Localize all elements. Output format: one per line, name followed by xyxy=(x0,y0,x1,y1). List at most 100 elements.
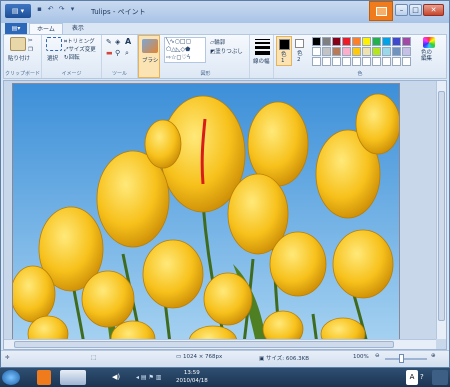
roundrect-shape-icon[interactable]: ▢ xyxy=(186,38,192,45)
minimize-button[interactable]: – xyxy=(395,4,408,16)
customize-qat-icon[interactable]: ▾ xyxy=(68,5,77,14)
color-wheel-icon xyxy=(423,37,435,48)
tab-paint-menu[interactable]: ▤▾ xyxy=(5,23,27,34)
palette-color-swatch[interactable] xyxy=(372,37,381,46)
palette-color-swatch[interactable] xyxy=(362,37,371,46)
custom-color-swatch[interactable] xyxy=(322,57,331,66)
palette-color-swatch[interactable] xyxy=(362,47,371,56)
magnifier-icon[interactable]: ⌕ xyxy=(125,49,129,58)
custom-color-swatch[interactable] xyxy=(402,57,411,66)
save-icon[interactable]: ▪ xyxy=(35,5,44,14)
paste-icon[interactable] xyxy=(10,37,26,51)
app-icon[interactable] xyxy=(369,1,393,21)
shapes-group: ╲∿○□▢ ⬠△◺◇⬟ ⇨☆◻♡ϟ ▱輪郭 ◩塗りつぶし 図形 xyxy=(162,35,250,78)
color-picker-icon[interactable]: ⚲ xyxy=(115,49,120,57)
eraser-icon[interactable]: ▬ xyxy=(106,49,113,57)
palette-color-swatch[interactable] xyxy=(402,47,411,56)
start-button[interactable] xyxy=(2,370,20,385)
maximize-button[interactable]: □ xyxy=(409,4,422,16)
zoom-in-button[interactable]: ⊕ xyxy=(431,353,436,359)
rotate-button[interactable]: ↻回転 xyxy=(64,53,80,61)
pencil-icon[interactable]: ✎ xyxy=(106,38,112,46)
paint-menu-button[interactable]: ▤ ▾ xyxy=(5,4,31,18)
size-label: 線の幅 xyxy=(253,59,270,65)
palette-color-swatch[interactable] xyxy=(382,37,391,46)
copy-icon[interactable]: ❐ xyxy=(28,47,33,53)
help-icon[interactable]: ? xyxy=(420,370,430,385)
custom-color-swatch[interactable] xyxy=(372,57,381,66)
palette-color-swatch[interactable] xyxy=(352,47,361,56)
palette-color-swatch[interactable] xyxy=(322,47,331,56)
show-desktop-button[interactable] xyxy=(432,370,448,385)
colors-group-label: 色 xyxy=(357,71,363,77)
cursor-position-icon: ✛ xyxy=(5,355,10,361)
select-icon[interactable] xyxy=(46,37,62,51)
size-button[interactable]: 線の幅 xyxy=(252,35,274,78)
clock[interactable]: 13:59 2010/04/18 xyxy=(176,369,208,385)
ime-icon[interactable]: A xyxy=(406,370,418,385)
zoom-slider[interactable] xyxy=(385,354,427,363)
palette-color-swatch[interactable] xyxy=(312,47,321,56)
palette-color-swatch[interactable] xyxy=(312,37,321,46)
clock-date: 2010/04/18 xyxy=(176,378,208,384)
palette-color-swatch[interactable] xyxy=(322,37,331,46)
text-icon[interactable]: A xyxy=(125,37,131,46)
tab-home[interactable]: ホーム xyxy=(29,23,63,34)
edit-colors-button[interactable]: 色の 編集 xyxy=(420,37,440,67)
shapes-gallery[interactable]: ╲∿○□▢ ⬠△◺◇⬟ ⇨☆◻♡ϟ xyxy=(164,37,206,63)
custom-color-swatch[interactable] xyxy=(342,57,351,66)
horizontal-scrollbar[interactable] xyxy=(4,339,436,349)
horizontal-scroll-thumb[interactable] xyxy=(14,341,394,348)
zoom-slider-thumb[interactable] xyxy=(399,354,404,363)
outline-button[interactable]: ▱輪郭 xyxy=(210,38,225,46)
select-label[interactable]: 選択 xyxy=(47,54,58,62)
fill-button[interactable]: ◩塗りつぶし xyxy=(210,47,243,55)
palette-color-swatch[interactable] xyxy=(332,37,341,46)
paint-taskbar-button[interactable] xyxy=(60,370,86,385)
palette-color-swatch[interactable] xyxy=(352,37,361,46)
tulips-picture xyxy=(13,84,399,349)
color2-button[interactable]: 色 2 xyxy=(294,36,308,66)
color1-button[interactable]: 色 1 xyxy=(276,36,292,66)
shapes-group-label: 図形 xyxy=(200,71,211,77)
status-bar: ✛ ⬚ ▭ 1024 × 768px ▣ サイズ: 606.3KB 100% ⊖… xyxy=(1,350,449,367)
brushes-button[interactable]: ブラシ xyxy=(138,35,160,78)
redo-icon[interactable]: ↷ xyxy=(57,5,66,14)
custom-color-swatch[interactable] xyxy=(332,57,341,66)
ribbon-tabs: ▤▾ ホーム 表示 xyxy=(5,23,91,34)
palette-color-swatch[interactable] xyxy=(382,47,391,56)
custom-color-swatch[interactable] xyxy=(382,57,391,66)
palette-color-swatch[interactable] xyxy=(342,37,351,46)
zoom-out-button[interactable]: ⊖ xyxy=(375,353,380,359)
pentagon-shape-icon[interactable]: ⬟ xyxy=(185,46,190,53)
palette-color-swatch[interactable] xyxy=(332,47,341,56)
picture-icon xyxy=(376,7,387,16)
palette-color-swatch[interactable] xyxy=(372,47,381,56)
canvas-image[interactable] xyxy=(12,83,400,349)
media-player-icon[interactable] xyxy=(37,370,51,385)
file-size: ▣ サイズ: 606.3KB xyxy=(259,356,310,362)
tray-icons[interactable]: ◂ ▤ ⚑ ▥ xyxy=(136,370,176,385)
paste-label[interactable]: 貼り付け xyxy=(8,54,30,62)
undo-icon[interactable]: ↶ xyxy=(46,5,55,14)
window-title: Tulips - ペイント xyxy=(91,8,146,16)
vertical-scroll-thumb[interactable] xyxy=(438,91,445,321)
edit-colors-label: 色の 編集 xyxy=(421,50,433,62)
custom-color-swatch[interactable] xyxy=(352,57,361,66)
lightning-shape-icon[interactable]: ϟ xyxy=(187,54,191,61)
custom-color-swatch[interactable] xyxy=(362,57,371,66)
volume-icon[interactable]: ◀) xyxy=(112,370,121,385)
brush-icon xyxy=(142,39,158,53)
fill-icon[interactable]: ◈ xyxy=(115,38,120,46)
palette-color-swatch[interactable] xyxy=(342,47,351,56)
palette-color-swatch[interactable] xyxy=(402,37,411,46)
title-bar: ▤ ▾ ▪ ↶ ↷ ▾ Tulips - ペイント – □ ✕ xyxy=(1,1,449,23)
tab-view[interactable]: 表示 xyxy=(65,23,91,34)
vertical-scrollbar[interactable] xyxy=(436,81,446,339)
custom-color-swatch[interactable] xyxy=(392,57,401,66)
close-button[interactable]: ✕ xyxy=(423,4,444,16)
palette-color-swatch[interactable] xyxy=(392,47,401,56)
custom-color-swatch[interactable] xyxy=(312,57,321,66)
palette-color-swatch[interactable] xyxy=(392,37,401,46)
cut-icon[interactable]: ✂ xyxy=(28,38,33,44)
